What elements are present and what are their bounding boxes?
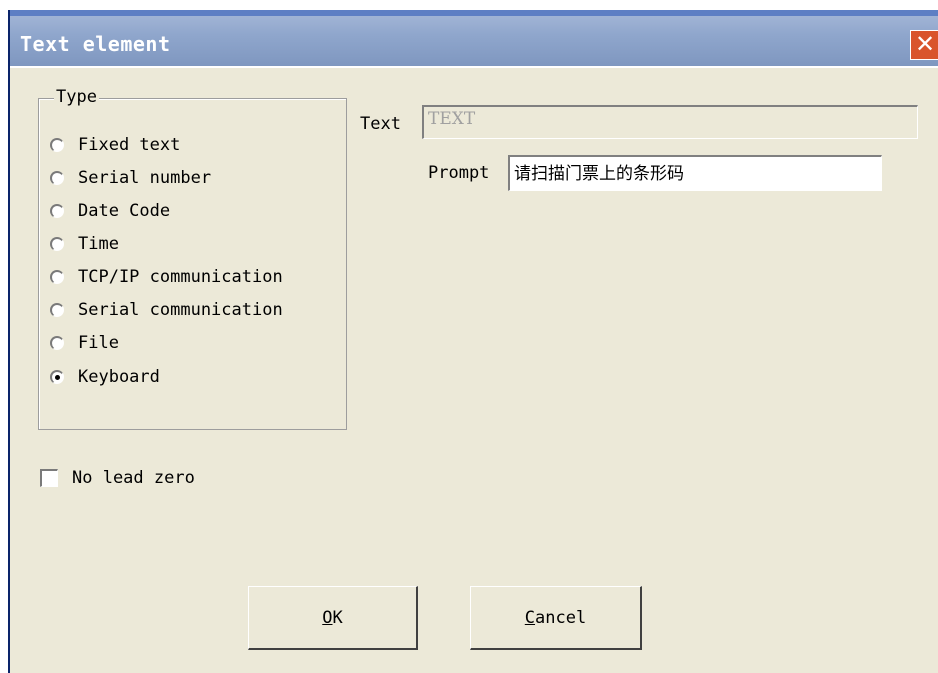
radio-label: File: [78, 333, 119, 353]
radio-button[interactable]: [50, 270, 64, 284]
radio-label: Keyboard: [78, 367, 160, 387]
radio-button[interactable]: [50, 303, 64, 317]
title-bar-highlight: [10, 10, 938, 16]
radio-time[interactable]: Time: [50, 233, 119, 255]
radio-fixed-text[interactable]: Fixed text: [50, 134, 180, 156]
radio-button[interactable]: [50, 204, 64, 218]
radio-button-selected[interactable]: [50, 370, 64, 384]
close-button[interactable]: ✕: [910, 30, 938, 60]
radio-file[interactable]: File: [50, 332, 119, 354]
cancel-mnemonic: C: [524, 607, 536, 628]
ok-label-rest: K: [332, 607, 343, 628]
radio-keyboard[interactable]: Keyboard: [50, 366, 160, 388]
radio-button[interactable]: [50, 336, 64, 350]
radio-button[interactable]: [50, 237, 64, 251]
prompt-input[interactable]: 请扫描门票上的条形码: [508, 155, 882, 191]
text-input-value: TEXT: [428, 109, 476, 129]
window-title: Text element: [20, 32, 171, 56]
text-label: Text: [360, 114, 401, 134]
ok-mnemonic: O: [322, 607, 333, 628]
text-element-dialog: Text element ✕ Type Fixed text Serial nu…: [8, 10, 938, 673]
cancel-label-rest: ancel: [535, 607, 587, 628]
text-input[interactable]: TEXT: [422, 105, 918, 139]
radio-serial-number[interactable]: Serial number: [50, 167, 211, 189]
radio-label: Serial communication: [78, 300, 283, 320]
radio-serial-communication[interactable]: Serial communication: [50, 299, 283, 321]
no-lead-zero-checkbox-row[interactable]: No lead zero: [40, 468, 195, 488]
radio-label: Serial number: [78, 168, 212, 188]
radio-label: Fixed text: [78, 135, 181, 155]
radio-label: Date Code: [78, 201, 171, 221]
title-bar[interactable]: Text element ✕: [10, 10, 938, 66]
radio-label: Time: [78, 234, 119, 254]
ok-button[interactable]: OK: [248, 586, 418, 650]
no-lead-zero-checkbox[interactable]: [40, 469, 58, 487]
cancel-button[interactable]: Cancel: [470, 586, 642, 650]
prompt-input-value: 请扫描门票上的条形码: [514, 164, 684, 184]
radio-button[interactable]: [50, 138, 64, 152]
radio-label: TCP/IP communication: [78, 267, 283, 287]
close-icon: ✕: [914, 30, 936, 58]
prompt-label: Prompt: [428, 163, 490, 183]
no-lead-zero-label: No lead zero: [72, 468, 195, 488]
radio-button[interactable]: [50, 171, 64, 185]
title-bar-divider: [10, 66, 938, 68]
radio-date-code[interactable]: Date Code: [50, 200, 170, 222]
type-group-title: Type: [54, 87, 99, 107]
radio-tcpip-communication[interactable]: TCP/IP communication: [50, 266, 283, 288]
